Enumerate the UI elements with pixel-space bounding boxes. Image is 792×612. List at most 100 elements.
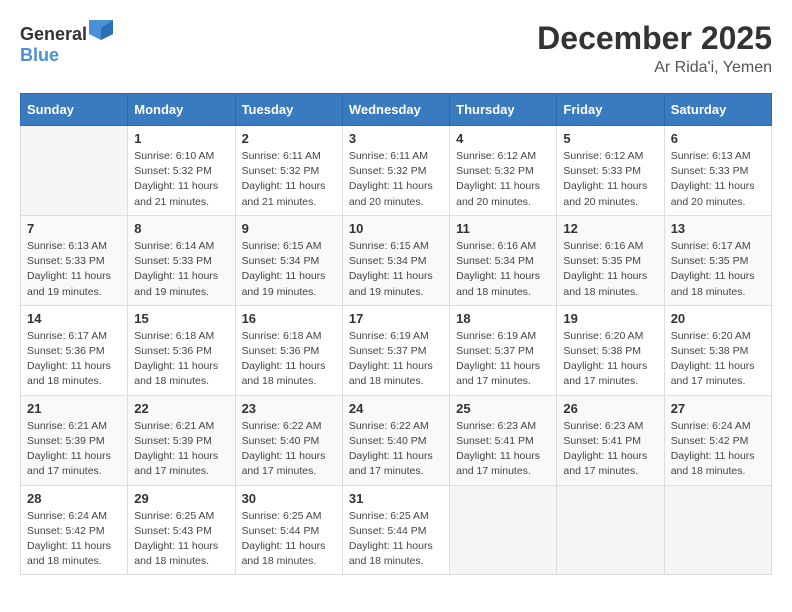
- day-info: Sunrise: 6:11 AMSunset: 5:32 PMDaylight:…: [242, 149, 336, 210]
- day-number: 8: [134, 221, 228, 236]
- logo-icon: [89, 20, 113, 40]
- day-info: Sunrise: 6:24 AMSunset: 5:42 PMDaylight:…: [27, 509, 121, 570]
- day-info: Sunrise: 6:13 AMSunset: 5:33 PMDaylight:…: [671, 149, 765, 210]
- calendar-cell: 18Sunrise: 6:19 AMSunset: 5:37 PMDayligh…: [450, 305, 557, 395]
- day-number: 13: [671, 221, 765, 236]
- day-number: 3: [349, 131, 443, 146]
- day-info: Sunrise: 6:17 AMSunset: 5:36 PMDaylight:…: [27, 329, 121, 390]
- calendar-cell: [450, 485, 557, 575]
- calendar-cell: 15 Sunrise: 6:18 AMSunset: 5:36 PMDayligh…: [128, 305, 235, 395]
- location-title: Ar Rida'i, Yemen: [537, 59, 772, 77]
- day-info: Sunrise: 6:22 AMSunset: 5:40 PMDaylight:…: [242, 419, 336, 480]
- day-number: 15: [134, 311, 228, 326]
- calendar-cell: 12 Sunrise: 6:16 AMSunset: 5:35 PMDayligh…: [557, 215, 664, 305]
- calendar-cell: 11 Sunrise: 6:16 AMSunset: 5:34 PMDayligh…: [450, 215, 557, 305]
- calendar-week-1: 1 Sunrise: 6:10 AMSunset: 5:32 PMDaylight…: [21, 126, 772, 216]
- calendar-cell: 9 Sunrise: 6:15 AMSunset: 5:34 PMDaylight…: [235, 215, 342, 305]
- calendar-cell: 2 Sunrise: 6:11 AMSunset: 5:32 PMDaylight…: [235, 126, 342, 216]
- calendar-cell: 30Sunrise: 6:25 AMSunset: 5:44 PMDayligh…: [235, 485, 342, 575]
- logo-general: General: [20, 24, 87, 44]
- day-info: Sunrise: 6:24 AMSunset: 5:42 PMDaylight:…: [671, 419, 765, 480]
- calendar-cell: 29 Sunrise: 6:25 AMSunset: 5:43 PMDayligh…: [128, 485, 235, 575]
- day-number: 21: [27, 401, 121, 416]
- day-number: 28: [27, 491, 121, 506]
- day-number: 5: [563, 131, 657, 146]
- day-number: 26: [563, 401, 657, 416]
- day-info: Sunrise: 6:16 AMSunset: 5:34 PMDaylight:…: [456, 239, 550, 300]
- calendar-cell: 8 Sunrise: 6:14 AMSunset: 5:33 PMDaylight…: [128, 215, 235, 305]
- day-info: Sunrise: 6:23 AMSunset: 5:41 PMDaylight:…: [456, 419, 550, 480]
- calendar-cell: 23 Sunrise: 6:22 AMSunset: 5:40 PMDayligh…: [235, 395, 342, 485]
- day-info: Sunrise: 6:15 AMSunset: 5:34 PMDaylight:…: [242, 239, 336, 300]
- day-info: Sunrise: 6:16 AMSunset: 5:35 PMDaylight:…: [563, 239, 657, 300]
- day-info: Sunrise: 6:10 AMSunset: 5:32 PMDaylight:…: [134, 149, 228, 210]
- day-number: 24: [349, 401, 443, 416]
- weekday-header-row: SundayMondayTuesdayWednesdayThursdayFrid…: [21, 94, 772, 126]
- day-number: 7: [27, 221, 121, 236]
- calendar-cell: 13Sunrise: 6:17 AMSunset: 5:35 PMDayligh…: [664, 215, 771, 305]
- day-info: Sunrise: 6:25 AMSunset: 5:44 PMDaylight:…: [242, 509, 336, 570]
- day-number: 12: [563, 221, 657, 236]
- calendar-cell: 4Sunrise: 6:12 AMSunset: 5:32 PMDaylight…: [450, 126, 557, 216]
- calendar-cell: 20 Sunrise: 6:20 AMSunset: 5:38 PMDayligh…: [664, 305, 771, 395]
- day-info: Sunrise: 6:20 AMSunset: 5:38 PMDaylight:…: [563, 329, 657, 390]
- day-info: Sunrise: 6:19 AMSunset: 5:37 PMDaylight:…: [456, 329, 550, 390]
- calendar-cell: 16 Sunrise: 6:18 AMSunset: 5:36 PMDayligh…: [235, 305, 342, 395]
- day-number: 9: [242, 221, 336, 236]
- calendar-cell: 6 Sunrise: 6:13 AMSunset: 5:33 PMDaylight…: [664, 126, 771, 216]
- day-info: Sunrise: 6:25 AMSunset: 5:43 PMDaylight:…: [134, 509, 228, 570]
- page-header: General Blue December 2025 Ar Rida'i, Ye…: [20, 20, 772, 77]
- day-info: Sunrise: 6:15 AMSunset: 5:34 PMDaylight:…: [349, 239, 443, 300]
- day-number: 31: [349, 491, 443, 506]
- calendar-cell: 10Sunrise: 6:15 AMSunset: 5:34 PMDayligh…: [342, 215, 449, 305]
- day-number: 6: [671, 131, 765, 146]
- day-info: Sunrise: 6:19 AMSunset: 5:37 PMDaylight:…: [349, 329, 443, 390]
- day-info: Sunrise: 6:11 AMSunset: 5:32 PMDaylight:…: [349, 149, 443, 210]
- day-info: Sunrise: 6:25 AMSunset: 5:44 PMDaylight:…: [349, 509, 443, 570]
- day-number: 16: [242, 311, 336, 326]
- calendar-cell: 21 Sunrise: 6:21 AMSunset: 5:39 PMDayligh…: [21, 395, 128, 485]
- weekday-header-sunday: Sunday: [21, 94, 128, 126]
- day-number: 2: [242, 131, 336, 146]
- day-number: 4: [456, 131, 550, 146]
- day-number: 14: [27, 311, 121, 326]
- month-title: December 2025: [537, 20, 772, 57]
- day-number: 25: [456, 401, 550, 416]
- calendar-cell: 25 Sunrise: 6:23 AMSunset: 5:41 PMDayligh…: [450, 395, 557, 485]
- day-info: Sunrise: 6:21 AMSunset: 5:39 PMDaylight:…: [134, 419, 228, 480]
- calendar-cell: 31 Sunrise: 6:25 AMSunset: 5:44 PMDayligh…: [342, 485, 449, 575]
- day-number: 23: [242, 401, 336, 416]
- day-number: 20: [671, 311, 765, 326]
- logo-blue: Blue: [20, 45, 59, 65]
- day-info: Sunrise: 6:21 AMSunset: 5:39 PMDaylight:…: [27, 419, 121, 480]
- day-number: 1: [134, 131, 228, 146]
- day-info: Sunrise: 6:18 AMSunset: 5:36 PMDaylight:…: [242, 329, 336, 390]
- day-info: Sunrise: 6:18 AMSunset: 5:36 PMDaylight:…: [134, 329, 228, 390]
- calendar-table: SundayMondayTuesdayWednesdayThursdayFrid…: [20, 93, 772, 575]
- logo: General Blue: [20, 20, 113, 66]
- day-info: Sunrise: 6:20 AMSunset: 5:38 PMDaylight:…: [671, 329, 765, 390]
- weekday-header-wednesday: Wednesday: [342, 94, 449, 126]
- weekday-header-friday: Friday: [557, 94, 664, 126]
- calendar-cell: 5 Sunrise: 6:12 AMSunset: 5:33 PMDaylight…: [557, 126, 664, 216]
- day-info: Sunrise: 6:14 AMSunset: 5:33 PMDaylight:…: [134, 239, 228, 300]
- calendar-cell: 7Sunrise: 6:13 AMSunset: 5:33 PMDaylight…: [21, 215, 128, 305]
- day-number: 29: [134, 491, 228, 506]
- calendar-cell: 27 Sunrise: 6:24 AMSunset: 5:42 PMDayligh…: [664, 395, 771, 485]
- calendar-cell: [21, 126, 128, 216]
- calendar-week-4: 21 Sunrise: 6:21 AMSunset: 5:39 PMDayligh…: [21, 395, 772, 485]
- day-info: Sunrise: 6:12 AMSunset: 5:33 PMDaylight:…: [563, 149, 657, 210]
- calendar-week-3: 14 Sunrise: 6:17 AMSunset: 5:36 PMDayligh…: [21, 305, 772, 395]
- calendar-cell: 3 Sunrise: 6:11 AMSunset: 5:32 PMDaylight…: [342, 126, 449, 216]
- calendar-cell: 22Sunrise: 6:21 AMSunset: 5:39 PMDayligh…: [128, 395, 235, 485]
- weekday-header-saturday: Saturday: [664, 94, 771, 126]
- weekday-header-monday: Monday: [128, 94, 235, 126]
- calendar-body: 1 Sunrise: 6:10 AMSunset: 5:32 PMDaylight…: [21, 126, 772, 575]
- day-number: 11: [456, 221, 550, 236]
- title-block: December 2025 Ar Rida'i, Yemen: [537, 20, 772, 77]
- weekday-header-thursday: Thursday: [450, 94, 557, 126]
- day-number: 27: [671, 401, 765, 416]
- day-info: Sunrise: 6:22 AMSunset: 5:40 PMDaylight:…: [349, 419, 443, 480]
- day-number: 19: [563, 311, 657, 326]
- calendar-week-2: 7Sunrise: 6:13 AMSunset: 5:33 PMDaylight…: [21, 215, 772, 305]
